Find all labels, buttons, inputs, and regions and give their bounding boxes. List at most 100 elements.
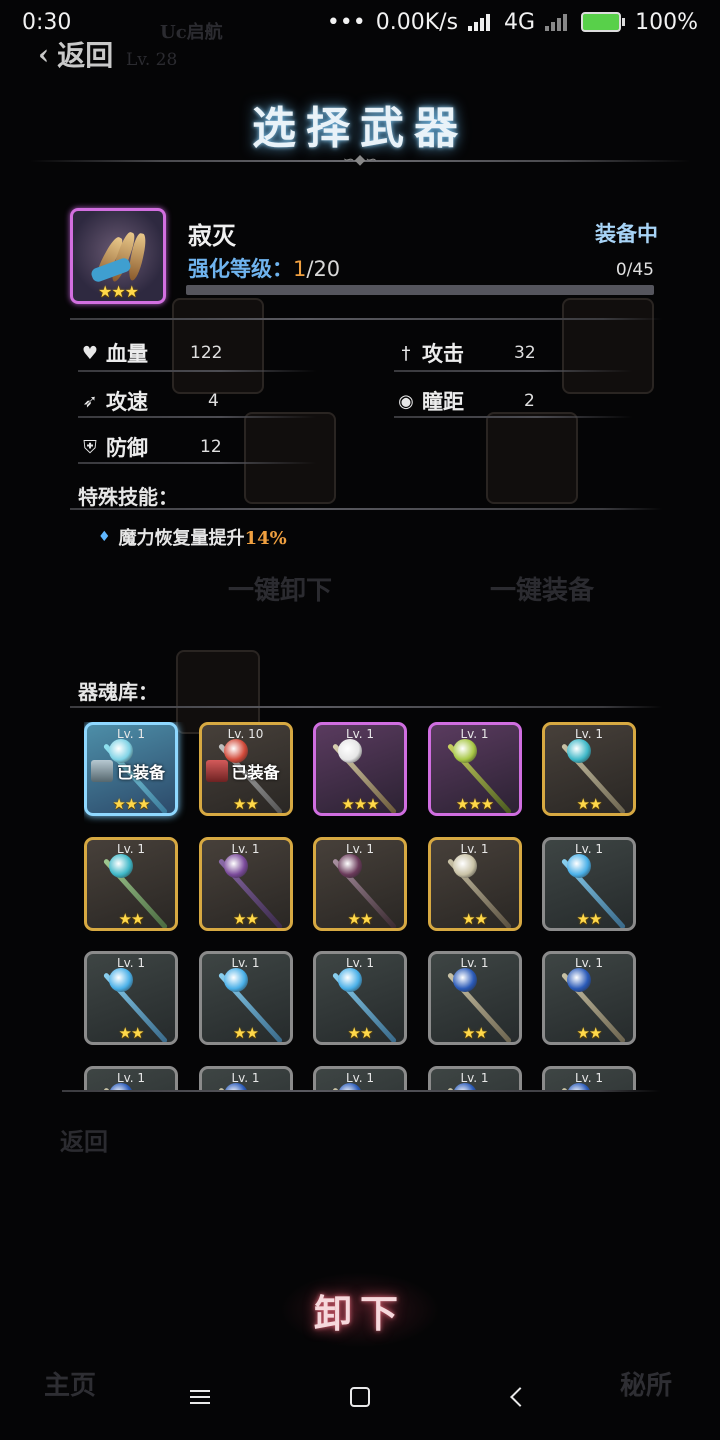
weapon-gem — [109, 853, 133, 878]
weapon-slot[interactable]: Lv. 1 ★★ — [542, 951, 636, 1045]
weapon-gem — [223, 853, 248, 878]
weapon-slot[interactable]: Lv. 1 ★★★ — [313, 722, 407, 816]
weapon-slot[interactable]: Lv. 1 ★★ — [84, 836, 178, 931]
weapon-slot[interactable]: Lv. 1 ★★★ — [427, 722, 522, 816]
weapon-slot-level: Lv. 1 — [231, 841, 260, 856]
weapon-gem — [452, 739, 477, 763]
weapon-slot-stars: ★★ — [233, 909, 259, 928]
weapon-slot-stars: ★★★ — [341, 795, 379, 813]
home-icon[interactable] — [330, 1372, 390, 1422]
upgrade-current: 1 — [293, 257, 307, 281]
weapon-slot[interactable]: Lv. 1 ★★ — [427, 951, 522, 1045]
stat-hp: ♥ 血量 122 — [80, 338, 320, 368]
bg-back: 返回 — [60, 1127, 108, 1156]
weapon-gem — [109, 968, 133, 992]
shield-icon: ⛨ — [83, 436, 97, 458]
menu-icon[interactable] — [170, 1372, 230, 1422]
weapon-slot-level: Lv. 1 — [460, 727, 489, 741]
weapon-stars: ★★★ — [97, 282, 139, 301]
stat-spd-label: 攻速 — [106, 389, 148, 414]
stat-divider — [78, 462, 316, 464]
weapon-gem — [338, 853, 362, 878]
weapon-slot[interactable]: Lv. 1 — [198, 1065, 293, 1090]
weapon-grid[interactable]: Lv. 1 已装备 ★★★ Lv. 10 已装备 ★★ Lv. 1 ★★★ Lv. 1 ★★★ Lv… — [84, 722, 644, 1090]
bg-top-level: Lv. 28 — [126, 50, 178, 70]
page-title: 选择武器 — [252, 103, 468, 154]
equipped-status: 装备中 — [595, 221, 658, 246]
weapon-slot-level: Lv. 1 — [116, 841, 146, 856]
library-title: 器魂库： — [78, 680, 158, 704]
stat-range-label: 瞳距 — [422, 389, 464, 414]
bg-card — [486, 412, 578, 504]
stat-range-value: 2 — [524, 391, 535, 411]
weapon-slot[interactable]: Lv. 1 — [84, 1065, 178, 1090]
weapon-gem — [452, 968, 477, 992]
weapon-slot[interactable]: Lv. 1 ★★ — [313, 836, 407, 931]
weapon-slot[interactable]: Lv. 1 ★★ — [198, 951, 293, 1045]
weapon-slot-stars: ★★★ — [112, 795, 150, 813]
back-label: 返回 — [57, 39, 114, 72]
weapon-slot-level: Lv. 1 — [231, 956, 260, 970]
character-avatar — [91, 760, 113, 782]
weapon-slot-stars: ★★ — [347, 909, 374, 928]
weapon-slot[interactable]: Lv. 1 已装备 ★★★ — [84, 722, 178, 816]
bg-unequip-all: 一键卸下 — [228, 576, 333, 606]
equipped-badge: 已装备 — [205, 759, 280, 783]
weapon-slot-level: Lv. 1 — [116, 727, 146, 741]
weapon-gem — [567, 739, 591, 763]
stat-def-value: 12 — [200, 437, 222, 457]
weapon-gem — [338, 739, 362, 763]
system-nav-bar — [0, 1365, 720, 1429]
weapon-gem — [567, 853, 591, 878]
weapon-slot-level: Lv. 1 — [345, 956, 375, 970]
skill-desc: 魔力恢复量提升 — [118, 528, 245, 549]
back-button[interactable]: ‹ 返回 — [38, 34, 113, 74]
equipped-badge-label: 已装备 — [117, 763, 166, 782]
weapon-slot[interactable]: Lv. 1 — [427, 1065, 522, 1090]
weapon-slot-stars: ★★★ — [455, 795, 494, 813]
weapon-slot-level: Lv. 1 — [574, 841, 604, 856]
bg-equip-all: 一键装备 — [490, 576, 595, 606]
weapon-slot[interactable]: Lv. 10 已装备 ★★ — [198, 722, 293, 816]
stat-hp-label: 血量 — [106, 341, 148, 366]
upgrade-level: 强化等级：1/20 — [188, 253, 340, 283]
weapon-slot-stars: ★★ — [576, 795, 603, 813]
weapon-slot[interactable]: Lv. 1 ★★ — [198, 836, 293, 931]
weapon-slot-level: Lv. 1 — [231, 1070, 260, 1085]
weapon-slot[interactable]: Lv. 1 ★★ — [542, 722, 636, 816]
skill-text: 魔力恢复量提升14% — [119, 524, 287, 550]
unequip-button[interactable]: 卸下 — [280, 1272, 440, 1348]
library-divider — [70, 706, 662, 708]
weapon-slot-stars: ★★ — [462, 909, 488, 928]
library-bottom-divider — [62, 1090, 660, 1092]
weapon-slot-stars: ★★ — [233, 795, 259, 813]
back-arrow-icon[interactable] — [490, 1372, 550, 1422]
stat-divider — [78, 370, 316, 372]
equipped-badge-label: 已装备 — [231, 763, 280, 782]
stat-divider — [78, 416, 316, 418]
signal-hd-icon — [468, 13, 494, 31]
weapon-slot[interactable]: Lv. 1 — [313, 1065, 407, 1090]
skill-title: 特殊技能： — [78, 485, 178, 509]
weapon-slot-level: Lv. 1 — [460, 841, 489, 856]
stat-divider — [394, 370, 632, 372]
character-avatar — [205, 760, 228, 782]
network-speed: 0.00K/s — [375, 9, 459, 35]
stat-divider — [394, 416, 632, 418]
weapon-slot-stars: ★★ — [576, 1024, 603, 1042]
weapon-slot-level: Lv. 1 — [116, 1070, 146, 1085]
signal-icon — [545, 13, 571, 31]
skill-pct: 14% — [244, 528, 287, 549]
stat-spd-value: 4 — [208, 391, 219, 411]
stat-atk-value: 32 — [514, 343, 536, 363]
weapon-slot[interactable]: Lv. 1 ★★ — [313, 951, 407, 1045]
equipped-badge: 已装备 — [91, 759, 165, 783]
weapon-gem — [223, 968, 248, 992]
weapon-slot[interactable]: Lv. 1 — [542, 1065, 636, 1090]
weapon-slot[interactable]: Lv. 1 ★★ — [542, 836, 636, 931]
weapon-slot-level: Lv. 1 — [345, 1070, 375, 1085]
weapon-slot[interactable]: Lv. 1 ★★ — [84, 951, 178, 1045]
skill-divider — [70, 508, 662, 510]
weapon-slot[interactable]: Lv. 1 ★★ — [427, 836, 522, 931]
weapon-slot-stars: ★★ — [233, 1024, 259, 1042]
